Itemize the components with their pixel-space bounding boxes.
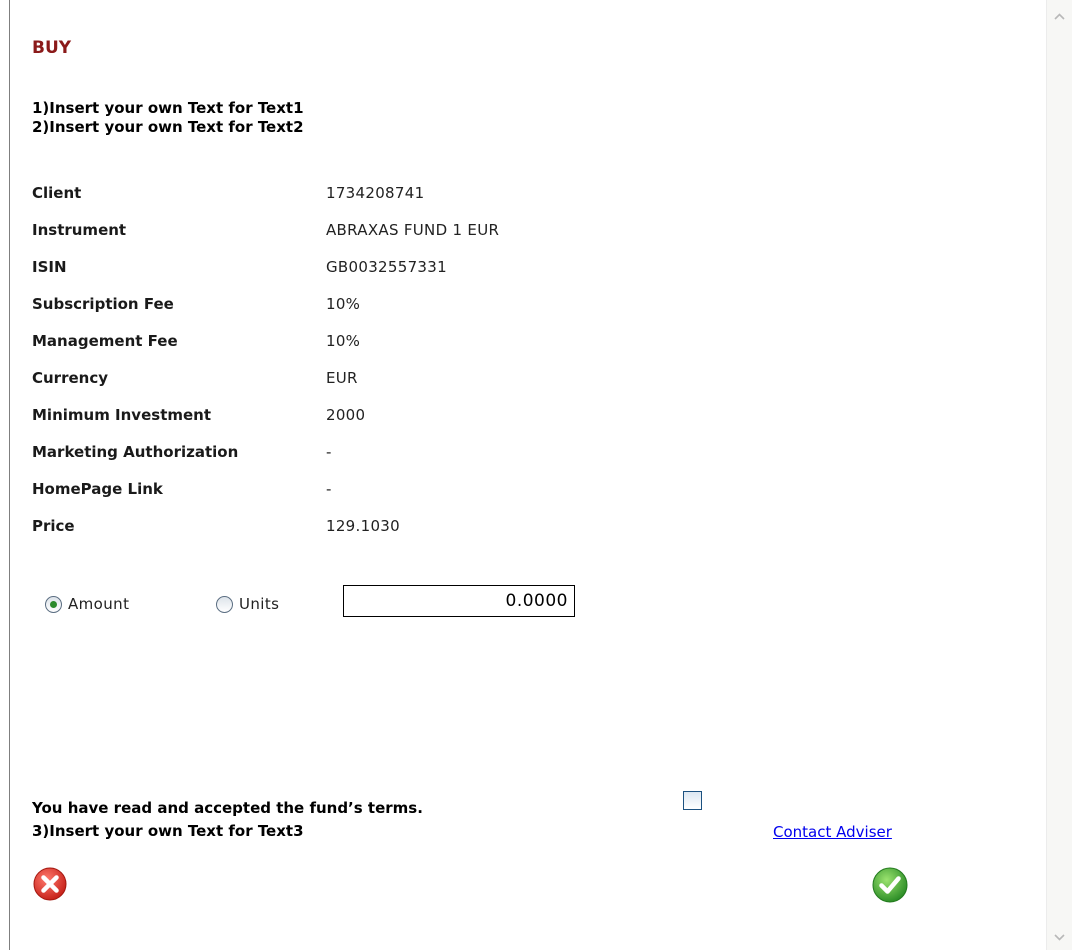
detail-label: HomePage Link [32,479,163,498]
detail-row-instrument: Instrument ABRAXAS FUND 1 EUR [32,211,499,248]
units-radio-circle[interactable] [216,595,233,613]
radio-selected-dot [50,600,57,608]
detail-label: Minimum Investment [32,405,212,424]
detail-row-homepage-link: HomePage Link - [32,470,499,507]
amount-radio-label: Amount [68,595,130,613]
detail-value: 10% [326,294,361,313]
detail-value: - [326,442,332,461]
units-radio-label: Units [239,595,280,613]
detail-value: 10% [326,331,361,350]
scroll-up-button[interactable] [1051,8,1068,25]
detail-label: Management Fee [32,331,178,350]
detail-value: ABRAXAS FUND 1 EUR [326,220,500,239]
detail-label: Instrument [32,220,127,239]
intro-texts: 1)Insert your own Text for Text1 2)Inser… [32,99,304,137]
text1: 1)Insert your own Text for Text1 [32,99,304,117]
detail-value: GB0032557331 [326,257,447,276]
scroll-down-button[interactable] [1051,929,1068,946]
quantity-input[interactable] [343,585,575,617]
units-radio[interactable]: Units [216,595,279,613]
detail-value: EUR [326,368,358,387]
detail-row-currency: Currency EUR [32,359,499,396]
cancel-button[interactable] [32,866,68,902]
amount-radio-circle[interactable] [45,595,62,613]
detail-value: 129.1030 [326,516,400,535]
buy-dialog: BUY 1)Insert your own Text for Text1 2)I… [0,0,1072,950]
detail-label: Subscription Fee [32,294,174,313]
detail-row-price: Price 129.1030 [32,507,499,544]
text2: 2)Insert your own Text for Text2 [32,118,304,136]
chevron-up-icon [1054,13,1065,20]
detail-label: Price [32,516,75,535]
amount-radio[interactable]: Amount [45,595,129,613]
contact-adviser-link[interactable]: Contact Adviser [773,823,892,841]
fund-details-table: Client 1734208741 Instrument ABRAXAS FUN… [32,174,499,544]
detail-row-minimum-investment: Minimum Investment 2000 [32,396,499,433]
detail-value: - [326,479,332,498]
detail-label: Client [32,183,82,202]
detail-value: 2000 [326,405,366,424]
vertical-scrollbar[interactable] [1046,0,1072,950]
terms-accepted-checkbox[interactable] [683,791,702,810]
detail-label: ISIN [32,257,67,276]
detail-row-client: Client 1734208741 [32,174,499,211]
detail-label: Currency [32,368,109,387]
detail-value: 1734208741 [326,183,425,202]
cancel-icon [33,867,67,901]
order-type-row: Amount Units [45,585,605,625]
terms-block: You have read and accepted the fund’s te… [32,797,423,843]
detail-label: Marketing Authorization [32,442,239,461]
detail-row-management-fee: Management Fee 10% [32,322,499,359]
text3: 3)Insert your own Text for Text3 [32,822,304,840]
left-border [9,0,10,950]
chevron-down-icon [1054,934,1065,941]
terms-statement: You have read and accepted the fund’s te… [32,799,423,817]
confirm-button[interactable] [871,866,909,904]
detail-row-isin: ISIN GB0032557331 [32,248,499,285]
checkmark-icon [872,867,908,903]
page-title: BUY [32,38,72,58]
detail-row-subscription-fee: Subscription Fee 10% [32,285,499,322]
detail-row-marketing-authorization: Marketing Authorization - [32,433,499,470]
